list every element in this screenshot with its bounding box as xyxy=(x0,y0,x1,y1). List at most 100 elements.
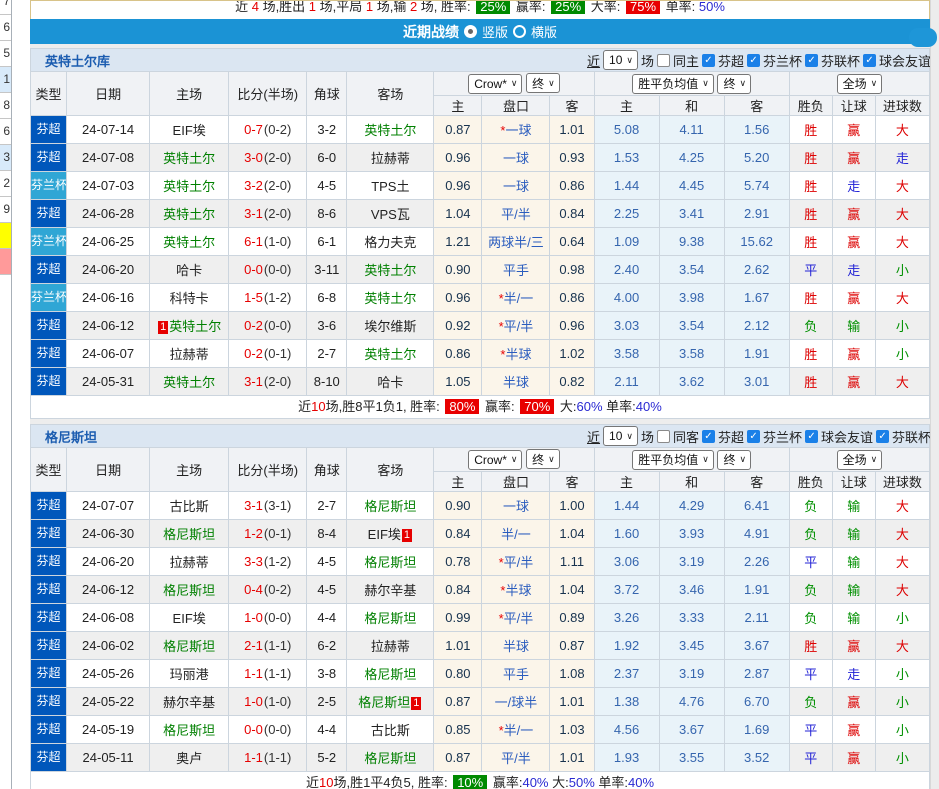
home-team-cell[interactable]: 格尼斯坦 xyxy=(149,631,230,660)
home-team-cell[interactable]: 拉赫蒂 xyxy=(149,339,230,368)
recent-count-link[interactable]: 近 xyxy=(587,51,600,70)
league-type-badge[interactable]: 芬超 xyxy=(31,200,66,227)
scope-select[interactable]: 全场 ∨ xyxy=(836,73,883,94)
league-type-badge[interactable]: 芬超 xyxy=(31,576,66,603)
league-type-badge[interactable]: 芬超 xyxy=(31,688,66,715)
league-type-badge[interactable]: 芬超 xyxy=(31,716,66,743)
league-type-badge[interactable]: 芬超 xyxy=(31,548,66,575)
home-team-cell[interactable]: 格尼斯坦 xyxy=(149,519,230,548)
away-team-cell[interactable]: 格力夫克 xyxy=(346,227,435,256)
league-type-badge[interactable]: 芬超 xyxy=(31,520,66,547)
league-type-badge[interactable]: 芬超 xyxy=(31,312,66,339)
home-team-cell[interactable]: 格尼斯坦 xyxy=(149,715,230,744)
away-team-cell[interactable]: 埃尔维斯 xyxy=(346,311,435,340)
avg-type-select[interactable]: 胜平负均值 ∨ xyxy=(632,449,714,470)
league-filter-checkbox[interactable]: ✓ xyxy=(702,53,715,67)
away-team-cell[interactable]: 英特土尔 xyxy=(346,339,435,368)
bookmaker-select[interactable]: Crow* ∨ xyxy=(468,73,523,94)
stats-token: 场,胜出 xyxy=(258,0,309,14)
away-team-cell[interactable]: 英特土尔 xyxy=(346,283,435,312)
match-result-cell: 胜 xyxy=(788,115,833,144)
away-team-cell[interactable]: 哈卡 xyxy=(346,367,435,396)
league-type-badge[interactable]: 芬兰杯 xyxy=(31,228,66,255)
home-team-cell[interactable]: 古比斯 xyxy=(149,491,230,520)
league-type-badge[interactable]: 芬超 xyxy=(31,144,66,171)
league-type-badge[interactable]: 芬超 xyxy=(31,116,66,143)
away-team-cell[interactable]: EIF埃 1 xyxy=(346,519,435,548)
home-team-cell[interactable]: EIF埃 xyxy=(149,603,230,632)
recent-count-select[interactable]: 10 ∨ xyxy=(603,50,638,70)
away-team-cell[interactable]: 英特土尔 xyxy=(346,255,435,284)
home-team-cell[interactable]: 赫尔辛基 xyxy=(149,687,230,716)
handicap-result-cell: 走 xyxy=(831,255,876,284)
odds-state-select[interactable]: 终 ∨ xyxy=(526,449,560,470)
handicap-group-header: Crow* ∨ 终 ∨ xyxy=(433,447,595,472)
halftime-score: (0-0) xyxy=(263,318,292,333)
league-filter-checkbox[interactable]: ✓ xyxy=(876,429,890,443)
league-filter-checkbox[interactable]: ✓ xyxy=(805,429,819,443)
league-type-badge[interactable]: 芬超 xyxy=(31,660,66,687)
league-type-badge[interactable]: 芬超 xyxy=(31,632,66,659)
home-team-cell[interactable]: 英特土尔 xyxy=(149,227,230,256)
home-team-cell[interactable]: 1 英特土尔 xyxy=(149,311,230,340)
home-team-cell[interactable]: 奥卢 xyxy=(149,743,230,772)
home-team-cell[interactable]: 格尼斯坦 xyxy=(149,575,230,604)
league-type-badge[interactable]: 芬兰杯 xyxy=(31,284,66,311)
away-team-cell[interactable]: 英特土尔 xyxy=(346,115,435,144)
league-type-badge[interactable]: 芬超 xyxy=(31,368,66,395)
same-venue-checkbox[interactable] xyxy=(656,53,670,67)
league-type-badge[interactable]: 芬超 xyxy=(31,744,66,771)
away-odds-cell: 1.08 xyxy=(549,659,595,688)
bookmaker-select[interactable]: Crow* ∨ xyxy=(468,449,523,470)
away-team-cell[interactable]: 格尼斯坦 xyxy=(346,659,435,688)
recent-count-link[interactable]: 近 xyxy=(587,427,600,446)
recent-count-select[interactable]: 10 ∨ xyxy=(603,426,638,446)
home-team-cell[interactable]: 英特土尔 xyxy=(149,143,230,172)
avg-away-cell: 1.91 xyxy=(723,339,790,368)
handicap-cell: 半/一 xyxy=(481,519,551,548)
league-filter-checkbox[interactable]: ✓ xyxy=(863,53,877,67)
league-type-badge[interactable]: 芬超 xyxy=(31,604,66,631)
odds-state-select[interactable]: 终 ∨ xyxy=(526,73,560,94)
home-team-cell[interactable]: 拉赫蒂 xyxy=(149,547,230,576)
away-team-cell[interactable]: TPS土 xyxy=(346,171,435,200)
league-filter-checkbox[interactable]: ✓ xyxy=(702,429,715,443)
home-team-cell[interactable]: EIF埃 xyxy=(149,115,230,144)
league-filter-checkbox[interactable]: ✓ xyxy=(747,429,761,443)
same-venue-checkbox[interactable] xyxy=(656,429,670,443)
away-team-cell[interactable]: VPS瓦 xyxy=(346,199,435,228)
avg-state-select[interactable]: 终 ∨ xyxy=(717,73,752,94)
away-team-cell[interactable]: 格尼斯坦 xyxy=(346,743,435,772)
home-team-cell[interactable]: 英特土尔 xyxy=(149,171,230,200)
away-team-cell[interactable]: 古比斯 xyxy=(346,715,435,744)
avg-draw-cell: 3.54 xyxy=(658,255,725,284)
vertical-layout-radio[interactable] xyxy=(463,25,477,38)
away-team-cell[interactable]: 赫尔辛基 xyxy=(346,575,435,604)
halftime-score: (1-2) xyxy=(263,290,292,305)
home-team-cell[interactable]: 玛丽港 xyxy=(149,659,230,688)
home-team-cell[interactable]: 英特土尔 xyxy=(149,367,230,396)
home-team-cell[interactable]: 哈卡 xyxy=(149,255,230,284)
away-team-cell[interactable]: 格尼斯坦 xyxy=(346,603,435,632)
league-filter-checkbox[interactable]: ✓ xyxy=(747,53,761,67)
away-team-cell[interactable]: 格尼斯坦 xyxy=(346,547,435,576)
handicap-result-cell: 赢 xyxy=(831,199,876,228)
scope-select[interactable]: 全场 ∨ xyxy=(836,449,883,470)
league-filter-checkbox[interactable]: ✓ xyxy=(805,53,819,67)
home-team-cell[interactable]: 科特卡 xyxy=(149,283,230,312)
floating-widget[interactable] xyxy=(909,28,937,47)
league-type-badge[interactable]: 芬超 xyxy=(31,256,66,283)
avg-state-select[interactable]: 终 ∨ xyxy=(717,449,752,470)
avg-type-select[interactable]: 胜平负均值 ∨ xyxy=(632,73,714,94)
halftime-score: (1-2) xyxy=(263,554,292,569)
away-team-cell[interactable]: 拉赫蒂 xyxy=(346,143,435,172)
league-type-badge[interactable]: 芬超 xyxy=(31,492,66,519)
away-team-cell[interactable]: 格尼斯坦 1 xyxy=(346,687,435,716)
league-type-badge[interactable]: 芬兰杯 xyxy=(31,172,66,199)
horizontal-layout-radio[interactable] xyxy=(513,25,526,38)
league-type-badge[interactable]: 芬超 xyxy=(31,340,66,367)
home-team-cell[interactable]: 英特土尔 xyxy=(149,199,230,228)
away-team-cell[interactable]: 拉赫蒂 xyxy=(346,631,435,660)
away-team-cell[interactable]: 格尼斯坦 xyxy=(346,491,435,520)
goals-result-cell: 走 xyxy=(874,143,931,172)
